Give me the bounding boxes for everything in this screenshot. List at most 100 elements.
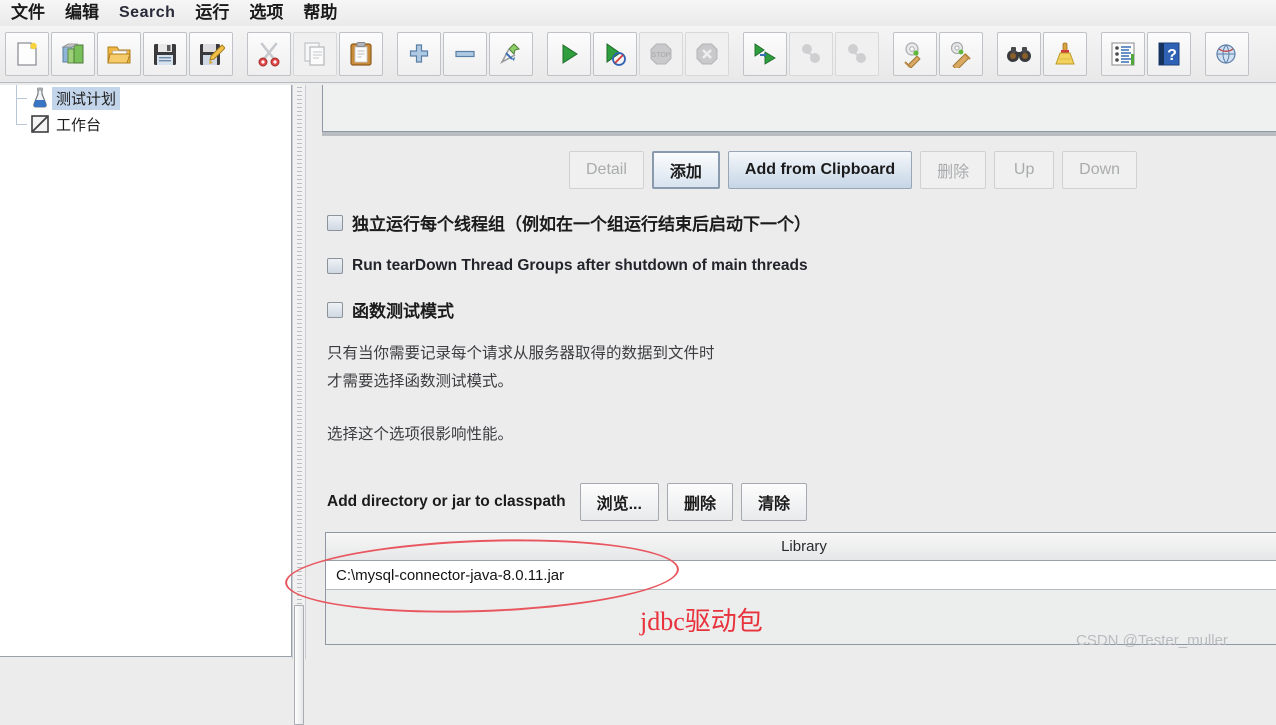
user-variables-table[interactable] bbox=[322, 85, 1276, 132]
up-button[interactable]: Up bbox=[994, 151, 1055, 189]
help-book-icon-button[interactable]: ? bbox=[1147, 32, 1191, 76]
save-floppy-icon bbox=[151, 40, 179, 68]
new-document-icon bbox=[13, 40, 41, 68]
menu-item-run[interactable]: 运行 bbox=[186, 0, 238, 26]
stop-icon-button[interactable]: STOP bbox=[639, 32, 683, 76]
menu-item-search[interactable]: Search bbox=[110, 0, 184, 26]
description-line-3: 选择这个选项很影响性能。 bbox=[327, 425, 514, 443]
delete-button[interactable]: 删除 bbox=[920, 151, 987, 189]
clear-all-gear-broom-icon-button[interactable] bbox=[939, 32, 983, 76]
remote-stop-all-icon bbox=[797, 40, 825, 68]
cut-scissors-icon bbox=[255, 40, 283, 68]
remote-shutdown-all-icon bbox=[843, 40, 871, 68]
paste-clipboard-icon bbox=[347, 40, 375, 68]
new-document-icon-button[interactable] bbox=[5, 32, 49, 76]
option-checkboxes: 独立运行每个线程组（例如在一个组运行结束后启动下一个） Run tearDown… bbox=[327, 210, 1267, 344]
reset-search-broom-icon-button[interactable] bbox=[1043, 32, 1087, 76]
checkbox-serialize-thread-groups[interactable] bbox=[327, 214, 343, 231]
search-binoculars-icon-button[interactable] bbox=[997, 32, 1041, 76]
start-no-pauses-icon bbox=[601, 40, 629, 68]
remote-stop-all-icon-button[interactable] bbox=[789, 32, 833, 76]
function-helper-list-icon bbox=[1109, 40, 1137, 68]
paste-clipboard-icon-button[interactable] bbox=[339, 32, 383, 76]
checkbox-row-serialize-thread-groups[interactable]: 独立运行每个线程组（例如在一个组运行结束后启动下一个） bbox=[327, 210, 1267, 235]
jdbc-driver-annotation: jdbc驱动包 bbox=[640, 607, 763, 636]
panel-shadow bbox=[322, 132, 1276, 136]
splitter-grip-dots bbox=[297, 87, 302, 657]
classpath-delete-button[interactable]: 删除 bbox=[666, 483, 733, 521]
tree-item-test-plan[interactable]: 测试计划 bbox=[0, 85, 291, 111]
watermark: CSDN @Tester_muller bbox=[1076, 632, 1228, 649]
test-plan-tree[interactable]: 测试计划 工作台 bbox=[0, 85, 292, 657]
menu-item-edit[interactable]: 编辑 bbox=[56, 0, 108, 26]
checkbox-teardown-on-shutdown[interactable] bbox=[327, 258, 343, 274]
stop-icon: STOP bbox=[647, 40, 675, 68]
detail-button[interactable]: Detail bbox=[569, 151, 644, 189]
remote-start-all-icon-button[interactable] bbox=[743, 32, 787, 76]
menu-item-help[interactable]: 帮助 bbox=[294, 0, 346, 26]
start-play-icon bbox=[555, 40, 583, 68]
toggle-pin-icon-button[interactable] bbox=[489, 32, 533, 76]
splitter-drag-handle[interactable] bbox=[294, 605, 304, 725]
variable-action-buttons: Detail 添加 Add from Clipboard 删除 Up Down bbox=[307, 151, 1276, 189]
expand-plus-icon-button[interactable] bbox=[397, 32, 441, 76]
remote-start-all-icon bbox=[751, 40, 779, 68]
description-line-2: 才需要选择函数测试模式。 bbox=[327, 373, 514, 391]
panel-splitter[interactable] bbox=[292, 85, 306, 725]
tree-elbow bbox=[8, 111, 28, 137]
test-plan-flask-icon bbox=[28, 86, 52, 110]
reset-search-broom-icon bbox=[1051, 40, 1079, 68]
save-as-floppy-pencil-icon-button[interactable] bbox=[189, 32, 233, 76]
tree-item-label: 测试计划 bbox=[52, 86, 121, 110]
functional-mode-description: 只有当你需要记录每个请求从服务器取得的数据到文件时 才需要选择函数测试模式。 选… bbox=[327, 343, 1027, 452]
start-no-pauses-icon-button[interactable] bbox=[593, 32, 637, 76]
shutdown-icon-button[interactable] bbox=[685, 32, 729, 76]
open-templates-icon-button[interactable] bbox=[51, 32, 95, 76]
clear-gear-broom-icon bbox=[901, 40, 929, 68]
jmeter-window: 文件 编辑 Search 运行 选项 帮助 STOP ? 测试计划 工作台 De… bbox=[0, 0, 1276, 725]
browse-button[interactable]: 浏览... bbox=[579, 483, 659, 521]
templates-globe-icon-button[interactable] bbox=[1205, 32, 1249, 76]
save-floppy-icon-button[interactable] bbox=[143, 32, 187, 76]
checkbox-row-teardown-on-shutdown[interactable]: Run tearDown Thread Groups after shutdow… bbox=[327, 257, 1267, 275]
tree-item-workbench[interactable]: 工作台 bbox=[0, 111, 291, 137]
checkbox-label: 函数测试模式 bbox=[352, 302, 454, 321]
clear-all-gear-broom-icon bbox=[947, 40, 975, 68]
function-helper-list-icon-button[interactable] bbox=[1101, 32, 1145, 76]
templates-globe-icon bbox=[1213, 40, 1241, 68]
classpath-label: Add directory or jar to classpath bbox=[327, 493, 566, 510]
tree-elbow bbox=[8, 85, 28, 111]
table-row[interactable]: C:\mysql-connector-java-8.0.11.jar bbox=[326, 561, 1276, 590]
tree-item-label: 工作台 bbox=[56, 116, 102, 134]
checkbox-label: Run tearDown Thread Groups after shutdow… bbox=[352, 257, 808, 274]
toggle-pin-icon bbox=[497, 40, 525, 68]
remote-shutdown-all-icon-button[interactable] bbox=[835, 32, 879, 76]
save-as-floppy-pencil-icon bbox=[197, 40, 225, 68]
copy-pages-icon-button[interactable] bbox=[293, 32, 337, 76]
workbench-icon bbox=[28, 112, 52, 136]
classpath-clear-button[interactable]: 清除 bbox=[740, 483, 807, 521]
menu-item-file[interactable]: 文件 bbox=[2, 0, 54, 26]
expand-plus-icon bbox=[405, 40, 433, 68]
classpath-controls: Add directory or jar to classpath 浏览... … bbox=[327, 483, 815, 521]
cut-scissors-icon-button[interactable] bbox=[247, 32, 291, 76]
down-button[interactable]: Down bbox=[1062, 151, 1138, 189]
start-play-icon-button[interactable] bbox=[547, 32, 591, 76]
search-binoculars-icon bbox=[1005, 40, 1033, 68]
open-folder-icon-button[interactable] bbox=[97, 32, 141, 76]
library-column-header[interactable]: Library bbox=[326, 533, 1276, 561]
menu-item-options[interactable]: 选项 bbox=[240, 0, 292, 26]
svg-text:STOP: STOP bbox=[652, 52, 671, 59]
checkbox-functional-test-mode[interactable] bbox=[327, 301, 343, 318]
library-table[interactable]: Library C:\mysql-connector-java-8.0.11.j… bbox=[325, 532, 1276, 645]
toolbar: STOP ? bbox=[0, 26, 1276, 83]
clear-gear-broom-icon-button[interactable] bbox=[893, 32, 937, 76]
collapse-minus-icon bbox=[451, 40, 479, 68]
checkbox-row-functional-test-mode[interactable]: 函数测试模式 bbox=[327, 297, 1267, 322]
checkbox-label: 独立运行每个线程组（例如在一个组运行结束后启动下一个） bbox=[352, 215, 811, 234]
add-button[interactable]: 添加 bbox=[651, 151, 720, 189]
open-folder-icon bbox=[105, 40, 133, 68]
help-book-icon: ? bbox=[1155, 40, 1183, 68]
collapse-minus-icon-button[interactable] bbox=[443, 32, 487, 76]
add-from-clipboard-button[interactable]: Add from Clipboard bbox=[727, 151, 913, 189]
